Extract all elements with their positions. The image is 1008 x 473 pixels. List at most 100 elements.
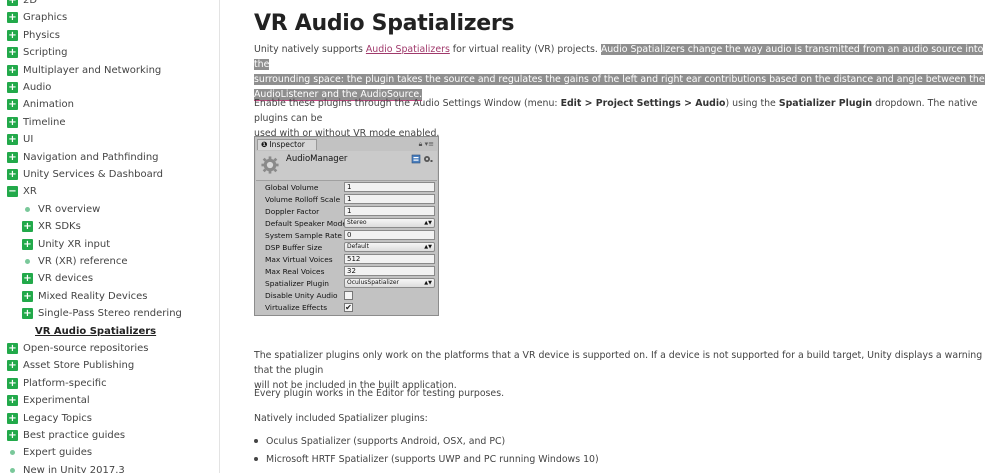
expand-icon[interactable]: + [22,308,33,320]
sidebar-item-label: Experimental [23,395,90,407]
sidebar-item-experimental[interactable]: + Experimental [7,392,90,409]
expand-icon[interactable]: + [7,134,18,146]
list-item: Microsoft HRTF Spatializer (supports UWP… [254,453,599,467]
sidebar-item-label: Physics [23,29,60,41]
sidebar-item-xr[interactable]: − XR [7,183,37,200]
expand-icon[interactable]: + [7,343,18,354]
sidebar-item-unity-services-dashboard[interactable]: + Unity Services & Dashboard [7,166,163,183]
sidebar-item-label: Mixed Reality Devices [38,290,148,302]
sidebar-item-label: Open-source repositories [23,343,149,354]
sidebar-item-platform-specific[interactable]: + Platform-specific [7,375,107,392]
list-item: Oculus Spatializer (supports Android, OS… [254,435,505,449]
inspector-field-label: DSP Buffer Size [265,243,323,252]
intro-text: Unity natively supports [254,44,366,55]
sidebar-item-best-practice-guides[interactable]: + Best practice guides [7,427,125,444]
enable-paragraph: Enable these plugins through the Audio S… [254,96,990,141]
inspector-value-field[interactable]: 32 [344,266,435,276]
expand-icon[interactable]: + [7,82,18,93]
sidebar-item-audio[interactable]: + Audio [7,79,51,96]
sidebar-item-new-in-unity-2017-3[interactable]: New in Unity 2017.3 [7,462,125,473]
expand-icon[interactable]: + [22,273,33,285]
inspector-checkbox[interactable] [344,291,353,300]
lock-icon: 🔒︎ ▾≡ [418,140,434,148]
sidebar-item-expert-guides[interactable]: Expert guides [7,444,92,461]
sidebar-item-open-source-repositories[interactable]: + Open-source repositories [7,340,149,357]
intro-paragraph: Unity natively supports Audio Spatialize… [254,42,990,102]
inspector-component-header: AudioManager [256,151,437,181]
inspector-field-label: Global Volume [265,183,319,192]
expand-icon[interactable]: + [7,151,18,163]
sidebar-item-label: Animation [23,99,74,111]
sidebar-item-label: Audio [23,82,52,93]
gear-icon [261,156,279,174]
expand-icon[interactable]: + [7,99,18,111]
expand-icon[interactable]: + [7,64,18,76]
expand-icon[interactable]: + [7,169,18,180]
expand-icon[interactable]: + [7,116,18,128]
inspector-dropdown[interactable]: Stereo ▲▼ [344,218,435,228]
enable-text-2: ) using the [725,98,779,109]
sidebar-item-label: 2D [23,0,38,6]
inspector-field-label: Default Speaker Mode [265,219,347,228]
sidebar-item-timeline[interactable]: + Timeline [7,114,66,131]
sidebar-item-asset-store-publishing[interactable]: + Asset Store Publishing [7,357,134,374]
expand-icon[interactable]: + [7,0,18,6]
sidebar-item-label: Legacy Topics [23,412,92,424]
sidebar-item-vr-overview[interactable]: VR overview [22,201,100,218]
sidebar-item-single-pass-stereo-rendering[interactable]: + Single-Pass Stereo rendering [22,305,182,322]
sidebar-item-label: Navigation and Pathfinding [23,151,159,163]
sidebar-item-xr-sdks[interactable]: + XR SDKs [22,218,81,235]
sidebar-item-unity-xr-input[interactable]: + Unity XR input [22,236,110,253]
inspector-value-field[interactable]: 1 [344,182,435,192]
menu-path: Edit > Project Settings > Audio [560,98,726,109]
audio-spatializers-link[interactable]: Audio Spatializers [366,44,450,55]
sidebar-item-animation[interactable]: + Animation [7,96,74,113]
bullet-dot-icon [25,206,30,212]
expand-icon[interactable]: + [7,430,18,441]
sidebar-item-vr-audio-spatializers[interactable]: VR Audio Spatializers [35,323,156,340]
bullet-dot-icon [25,259,30,264]
inspector-checkbox[interactable]: ✔ [344,303,353,312]
sidebar-item-label: Scripting [23,47,68,59]
page-title: VR Audio Spatializers [254,11,515,36]
bullet-dot-icon [10,467,15,473]
inspector-dropdown[interactable]: OculusSpatializer ▲▼ [344,278,435,288]
expand-icon[interactable]: + [7,395,18,407]
sidebar-item-label: Single-Pass Stereo rendering [38,308,182,320]
sidebar-item-ui[interactable]: + UI [7,131,33,148]
expand-icon[interactable]: + [7,29,18,41]
enable-text: Enable these plugins through the Audio S… [254,98,561,109]
expand-icon[interactable]: + [7,47,18,59]
sidebar-item-multiplayer-and-networking[interactable]: + Multiplayer and Networking [7,62,161,79]
sidebar-item-label: Expert guides [23,447,93,459]
sidebar-item-vr-devices[interactable]: + VR devices [22,270,93,287]
expand-icon[interactable]: + [7,12,18,24]
platform-text: The spatializer plugins only work on the… [254,350,983,376]
sidebar-item-scripting[interactable]: + Scripting [7,44,67,61]
expand-icon[interactable]: + [22,290,33,302]
inspector-value-field[interactable]: 512 [344,254,435,264]
dropdown-arrow-icon: ▲▼ [424,244,432,250]
sidebar-item-legacy-topics[interactable]: + Legacy Topics [7,410,92,427]
sidebar-item-label: Best practice guides [23,430,126,441]
dropdown-value: Stereo [347,219,367,226]
expand-icon[interactable]: + [7,360,18,372]
sidebar-item-navigation-and-pathfinding[interactable]: + Navigation and Pathfinding [7,149,159,166]
expand-icon[interactable]: + [22,221,33,233]
expand-icon[interactable]: + [7,412,18,424]
expand-icon[interactable]: + [7,377,18,389]
sidebar-item-physics[interactable]: + Physics [7,27,60,44]
sidebar-item-label: UI [23,134,34,146]
sidebar-item-graphics[interactable]: + Graphics [7,9,67,26]
expand-icon[interactable]: + [22,238,33,250]
sidebar-item-mixed-reality-devices[interactable]: + Mixed Reality Devices [22,288,147,305]
inspector-value-field[interactable]: 1 [344,206,435,216]
inspector-image: ❶ Inspector 🔒︎ ▾≡ AudioManager Global Vo… [254,136,439,316]
inspector-dropdown[interactable]: Default ▲▼ [344,242,435,252]
inspector-value-field[interactable]: 1 [344,194,435,204]
sidebar-item-vr-xr-reference[interactable]: VR (XR) reference [22,253,128,270]
collapse-icon[interactable]: − [7,186,18,198]
inspector-field-label: Virtualize Effects [265,303,328,312]
inspector-value-field[interactable]: 0 [344,230,435,240]
sidebar-item-2d[interactable]: +2D [7,0,37,9]
